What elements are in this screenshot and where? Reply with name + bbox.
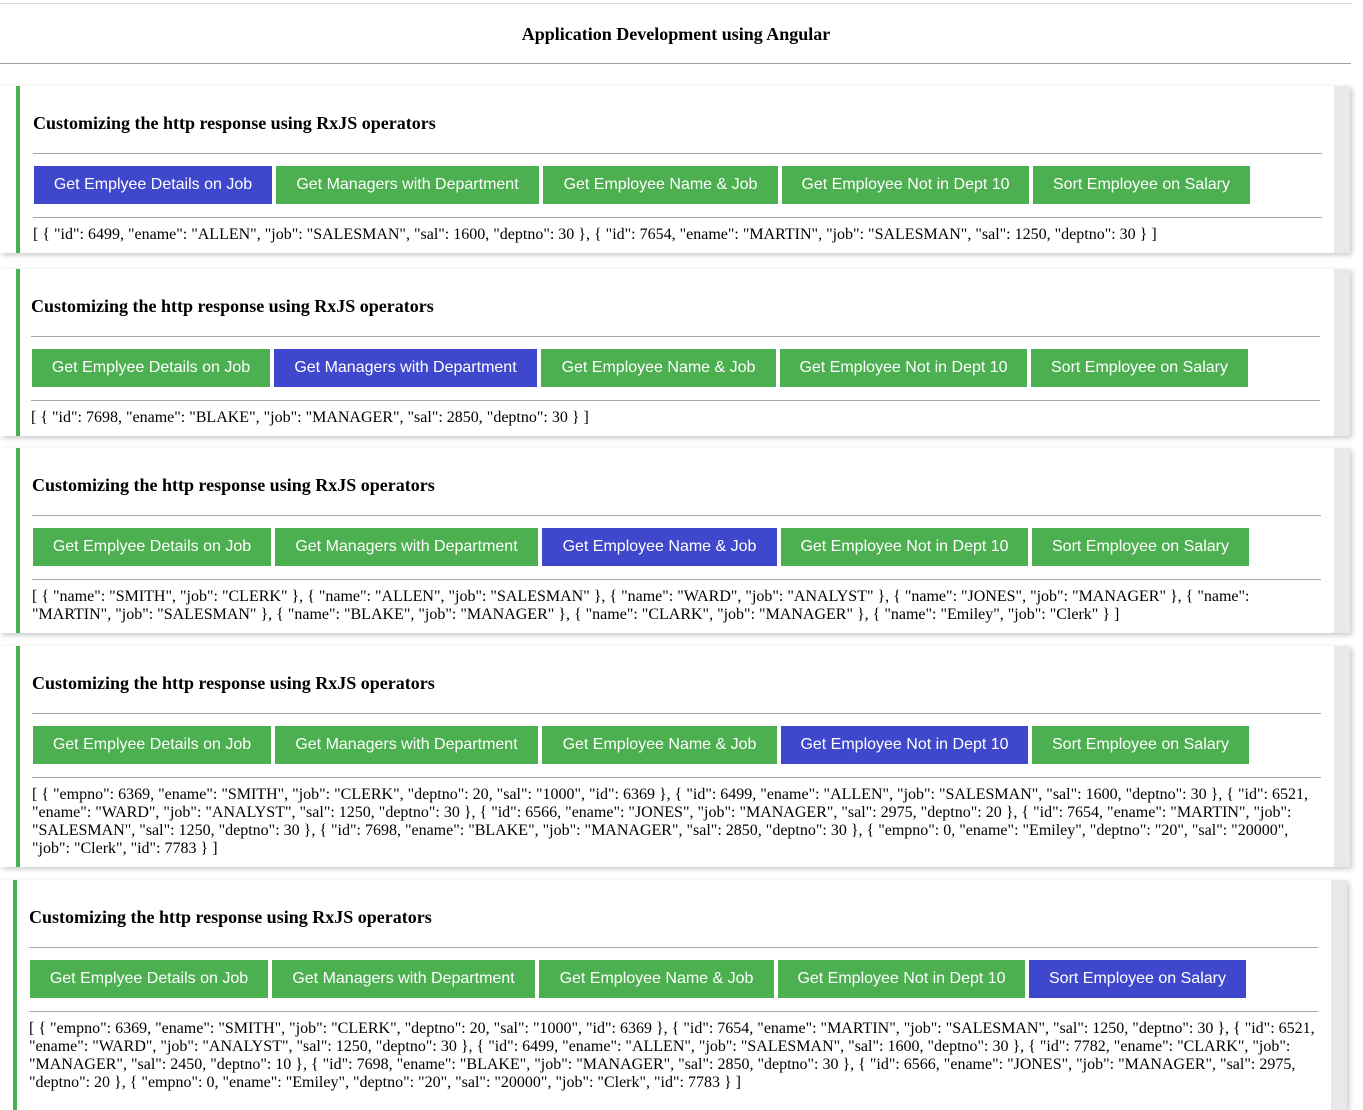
panel: Customizing the http response using RxJS… [0,880,1347,1110]
panel-side-bar [1334,646,1350,867]
get-employee-name-job-button[interactable]: Get Employee Name & Job [542,726,777,764]
get-employee-not-in-dept-10-button[interactable]: Get Employee Not in Dept 10 [778,960,1025,998]
panel-divider [32,713,1321,714]
get-managers-with-department-button[interactable]: Get Managers with Department [276,166,539,204]
get-employee-name-job-button[interactable]: Get Employee Name & Job [542,528,777,566]
panel-side-bar [1331,880,1347,1110]
panel-divider [32,777,1321,778]
get-employee-name-job-button[interactable]: Get Employee Name & Job [543,166,778,204]
panel-side-bar [1334,269,1350,436]
panel-side-bar [1334,86,1350,253]
get-managers-with-department-button[interactable]: Get Managers with Department [274,349,537,387]
get-employee-not-in-dept-10-button[interactable]: Get Employee Not in Dept 10 [782,166,1029,204]
panel-heading: Customizing the http response using RxJS… [29,907,432,927]
panel-divider [31,336,1320,337]
get-managers-with-department-button[interactable]: Get Managers with Department [275,528,538,566]
response-output: [ { "empno": 6369, "ename": "SMITH", "jo… [29,1020,1315,1091]
panel-heading: Customizing the http response using RxJS… [32,673,435,693]
get-managers-with-department-button[interactable]: Get Managers with Department [275,726,538,764]
panel-divider [31,400,1320,401]
panel: Customizing the http response using RxJS… [0,269,1350,436]
panel: Customizing the http response using RxJS… [0,86,1350,253]
app-title: Application Development using Angular [521,24,831,44]
get-employee-not-in-dept-10-button[interactable]: Get Employee Not in Dept 10 [781,726,1028,764]
sort-employee-on-salary-button[interactable]: Sort Employee on Salary [1032,726,1249,764]
title-divider [0,63,1351,64]
response-output: [ { "name": "SMITH", "job": "CLERK" }, {… [32,588,1250,623]
panel-accent-bar [16,646,20,867]
response-output: [ { "empno": 6369, "ename": "SMITH", "jo… [32,786,1308,857]
get-employee-details-on-job-button[interactable]: Get Emplyee Details on Job [34,166,272,204]
panel-heading: Customizing the http response using RxJS… [31,296,434,316]
button-row: Get Emplyee Details on Job Get Managers … [33,726,1249,764]
panel-accent-bar [16,448,20,633]
panel: Customizing the http response using RxJS… [0,646,1350,867]
response-output: [ { "id": 6499, "ename": "ALLEN", "job":… [33,226,1157,243]
get-employee-details-on-job-button[interactable]: Get Emplyee Details on Job [33,726,271,764]
get-managers-with-department-button[interactable]: Get Managers with Department [272,960,535,998]
panel-side-bar [1334,448,1350,633]
button-row: Get Emplyee Details on Job Get Managers … [32,349,1248,387]
panel-divider [33,153,1322,154]
button-row: Get Emplyee Details on Job Get Managers … [30,960,1246,998]
get-employee-not-in-dept-10-button[interactable]: Get Employee Not in Dept 10 [781,528,1028,566]
panel-divider [29,947,1318,948]
get-employee-name-job-button[interactable]: Get Employee Name & Job [539,960,774,998]
button-row: Get Emplyee Details on Job Get Managers … [34,166,1250,204]
panel-divider [32,515,1321,516]
button-row: Get Emplyee Details on Job Get Managers … [33,528,1249,566]
get-employee-details-on-job-button[interactable]: Get Emplyee Details on Job [30,960,268,998]
panel-accent-bar [16,269,20,436]
panel-accent-bar [16,86,20,253]
sort-employee-on-salary-button[interactable]: Sort Employee on Salary [1031,349,1248,387]
panel-heading: Customizing the http response using RxJS… [32,475,435,495]
top-divider [0,3,1352,4]
sort-employee-on-salary-button[interactable]: Sort Employee on Salary [1029,960,1246,998]
panel-accent-bar [13,880,17,1110]
get-employee-not-in-dept-10-button[interactable]: Get Employee Not in Dept 10 [780,349,1027,387]
sort-employee-on-salary-button[interactable]: Sort Employee on Salary [1033,166,1250,204]
panel-heading: Customizing the http response using RxJS… [33,113,436,133]
response-output: [ { "id": 7698, "ename": "BLAKE", "job":… [31,409,589,426]
get-employee-details-on-job-button[interactable]: Get Emplyee Details on Job [33,528,271,566]
panel-divider [29,1011,1318,1012]
panel: Customizing the http response using RxJS… [0,448,1350,633]
get-employee-details-on-job-button[interactable]: Get Emplyee Details on Job [32,349,270,387]
panel-divider [33,217,1322,218]
sort-employee-on-salary-button[interactable]: Sort Employee on Salary [1032,528,1249,566]
get-employee-name-job-button[interactable]: Get Employee Name & Job [541,349,776,387]
panel-divider [32,579,1321,580]
